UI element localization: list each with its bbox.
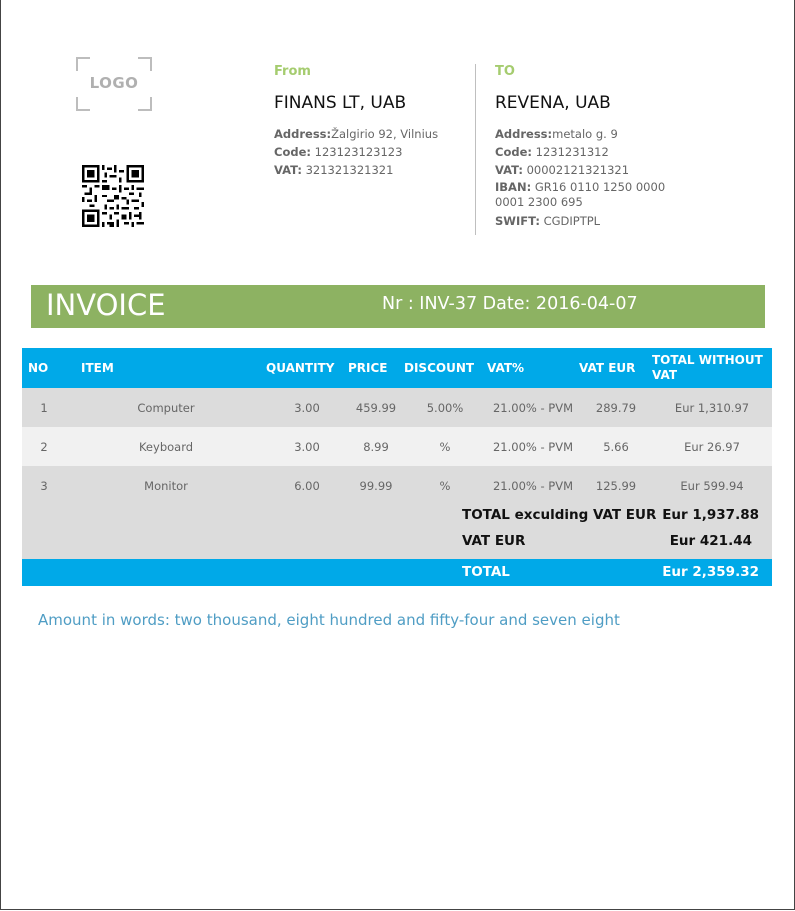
to-name: REVENA, UAB xyxy=(495,93,611,113)
header-item: ITEM xyxy=(81,361,114,375)
total-without-vat-value: Eur 1,937.88 xyxy=(662,507,759,523)
to-address: Address:metalo g. 9 xyxy=(495,127,618,141)
total-without-vat-label: TOTAL exculding VAT EUR xyxy=(462,507,657,523)
row-total: Eur 599.94 xyxy=(680,478,744,493)
qr-code-icon xyxy=(82,165,144,227)
totals-block: TOTAL exculding VAT EUR Eur 1,937.88 VAT… xyxy=(22,505,772,559)
row-discount: 5.00% xyxy=(426,400,464,415)
invoice-title: INVOICE xyxy=(46,288,166,322)
header-total-without-vat: TOTAL WITHOUT VAT xyxy=(652,353,763,382)
party-divider xyxy=(475,64,476,235)
header-price: PRICE xyxy=(348,361,388,375)
row-vat-percent: 21.00% - PVM xyxy=(492,439,574,454)
row-item: Keyboard xyxy=(138,439,194,454)
row-vat-eur: 5.66 xyxy=(603,439,629,454)
row-no: 3 xyxy=(40,478,48,493)
table-row: 1 Computer 3.00 459.99 5.00% 21.00% - PV… xyxy=(22,388,772,427)
row-item: Computer xyxy=(137,400,195,415)
company-logo: LOGO xyxy=(76,57,152,111)
row-price: 99.99 xyxy=(359,478,393,493)
from-name: FINANS LT, UAB xyxy=(274,93,407,113)
vat-total-label: VAT EUR xyxy=(462,533,526,549)
table-row: 2 Keyboard 3.00 8.99 % 21.00% - PVM 5.66… xyxy=(22,427,772,466)
from-vat: VAT: 321321321321 xyxy=(274,163,394,177)
logo-text: LOGO xyxy=(89,74,139,92)
row-total: Eur 1,310.97 xyxy=(674,400,750,415)
row-vat-percent: 21.00% - PVM xyxy=(492,400,574,415)
row-no: 2 xyxy=(40,439,48,454)
grand-total-label: TOTAL xyxy=(462,564,510,580)
header-vat-eur: VAT EUR xyxy=(579,361,636,375)
row-price: 459.99 xyxy=(355,400,397,415)
to-heading: TO xyxy=(495,64,515,79)
from-heading: From xyxy=(274,64,311,79)
row-total: Eur 26.97 xyxy=(684,439,740,454)
invoice-banner: INVOICE Nr : INV-37 Date: 2016-04-07 xyxy=(31,285,765,328)
row-discount: % xyxy=(439,478,451,493)
row-discount: % xyxy=(439,439,451,454)
from-code: Code: 123123123123 xyxy=(274,145,403,159)
grand-total-value: Eur 2,359.32 xyxy=(662,564,759,580)
row-vat-percent: 21.00% - PVM xyxy=(492,478,574,493)
table-header: NO ITEM QUANTITY PRICE DISCOUNT VAT% VAT… xyxy=(22,348,772,388)
to-code: Code: 1231231312 xyxy=(495,145,609,159)
row-vat-eur: 125.99 xyxy=(595,478,637,493)
to-swift: SWIFT: CGDIPTPL xyxy=(495,214,601,228)
row-vat-eur: 289.79 xyxy=(595,400,637,415)
invoice-number-date: Nr : INV-37 Date: 2016-04-07 xyxy=(382,294,638,314)
header-no: NO xyxy=(28,361,49,375)
to-vat: VAT: 00002121321321 xyxy=(495,163,630,177)
vat-total-value: Eur 421.44 xyxy=(669,533,752,549)
row-item: Monitor xyxy=(144,478,188,493)
header-discount: DISCOUNT xyxy=(404,361,475,375)
row-price: 8.99 xyxy=(363,439,389,454)
header-quantity: QUANTITY xyxy=(266,361,335,375)
invoice-table: NO ITEM QUANTITY PRICE DISCOUNT VAT% VAT… xyxy=(22,348,772,586)
row-no: 1 xyxy=(40,400,48,415)
grand-total-row: TOTAL Eur 2,359.32 xyxy=(22,559,772,586)
from-address: Address:Žalgirio 92, Vilnius xyxy=(274,127,439,141)
to-party: TO REVENA, UAB Address:metalo g. 9 Code:… xyxy=(495,64,695,230)
to-iban: IBAN: GR16 0110 1250 0000 0001 2300 695 xyxy=(495,180,666,209)
row-quantity: 3.00 xyxy=(294,400,320,415)
from-party: From FINANS LT, UAB Address:Žalgirio 92,… xyxy=(274,64,474,179)
row-quantity: 3.00 xyxy=(294,439,320,454)
header-vat-percent: VAT% xyxy=(487,361,525,375)
row-quantity: 6.00 xyxy=(294,478,320,493)
table-row: 3 Monitor 6.00 99.99 % 21.00% - PVM 125.… xyxy=(22,466,772,505)
amount-in-words: Amount in words: two thousand, eight hun… xyxy=(38,611,620,629)
